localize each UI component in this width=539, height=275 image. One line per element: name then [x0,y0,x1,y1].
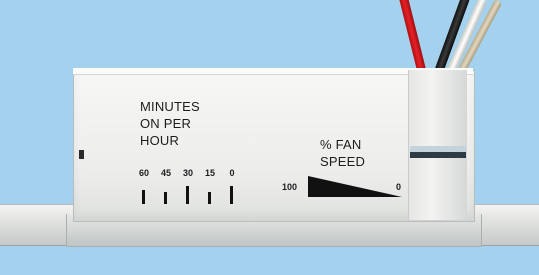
housing-end-cap [408,70,467,220]
minutes-on-per-hour-label: MINUTES ON PER HOUR [140,98,260,149]
tick-mark-0 [230,186,233,204]
fan-label-line-1: % FAN [320,137,362,152]
fan-speed-scale: 100 0 [282,170,412,200]
side-notch [79,150,84,159]
tick-mark-30 [186,186,189,204]
tick-mark-60 [142,190,145,204]
fan-speed-label: % FAN SPEED [320,136,400,170]
tick-mark-15 [208,192,211,204]
tick-mark-45 [164,192,167,204]
tick-label-0: 0 [229,168,235,178]
tick-label-15: 15 [204,168,215,178]
fan-scale-max-label: 100 [282,182,298,192]
fan-speed-wedge [308,176,402,197]
fan-control-module: MINUTES ON PER HOUR 60 45 30 15 0 % FAN … [0,0,539,275]
end-cap-slot [410,152,466,158]
minutes-label-line-3: HOUR [140,133,180,148]
minutes-label-line-1: MINUTES [140,99,200,114]
minutes-scale: 60 45 30 15 0 [134,168,249,208]
tick-label-45: 45 [160,168,171,178]
fan-label-line-2: SPEED [320,154,366,169]
fan-scale-min-label: 0 [396,182,402,192]
red-wire [398,0,427,76]
tick-label-30: 30 [182,168,193,178]
minutes-label-line-2: ON PER [140,116,192,131]
mounting-rail-left [0,204,75,246]
tick-label-60: 60 [138,168,149,178]
